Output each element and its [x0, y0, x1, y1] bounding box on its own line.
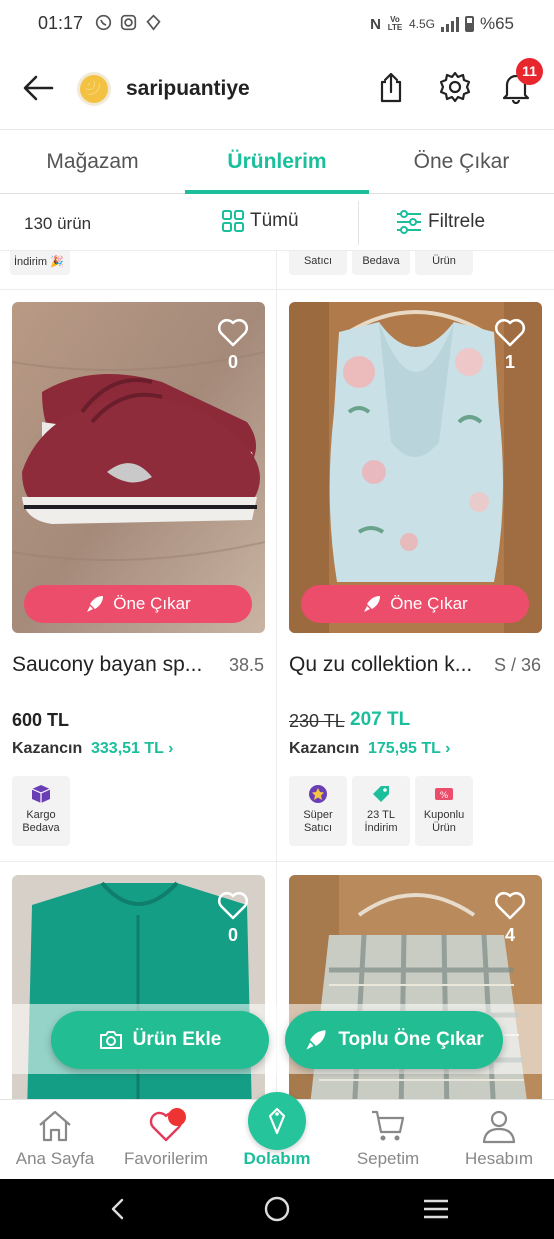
app-header: saripuantiye 11	[0, 48, 554, 130]
like-heart-icon[interactable]	[494, 317, 526, 347]
partial-badge-discount: İndirim 🎉	[10, 251, 70, 275]
tab-bar: Mağazam Ürünlerim Öne Çıkar	[0, 130, 554, 194]
product-title[interactable]: Saucony bayan sp...	[12, 653, 202, 677]
system-recents-icon[interactable]	[422, 1197, 450, 1221]
rocket-icon	[306, 1030, 326, 1050]
status-bar: 01:17 N Vo LTE 4.5G %65	[0, 0, 554, 48]
earnings-value[interactable]: 333,51 TL ›	[91, 740, 173, 758]
camera-icon	[99, 1031, 122, 1049]
tab-urunlerim[interactable]: Ürünlerim	[185, 130, 369, 194]
favorites-alert-dot	[168, 1108, 186, 1126]
back-arrow-icon[interactable]	[20, 72, 56, 104]
promote-button[interactable]: Öne Çıkar	[24, 585, 252, 623]
row-divider	[0, 289, 554, 290]
settings-gear-icon[interactable]	[438, 70, 472, 104]
product-image-blouse[interactable]: 1 Öne Çıkar	[289, 302, 542, 633]
network-type: 4.5G	[408, 17, 435, 31]
user-icon	[482, 1110, 516, 1144]
product-count: 130 ürün	[24, 214, 92, 233]
box-icon	[31, 785, 51, 803]
partial-badge-seller: Satıcı	[289, 251, 347, 275]
system-back-icon[interactable]	[106, 1197, 130, 1221]
hanger-icon	[268, 1107, 286, 1135]
system-home-icon[interactable]	[263, 1195, 291, 1223]
battery-level: %65	[479, 14, 514, 33]
like-heart-icon[interactable]	[217, 317, 249, 347]
badge-discount: 23 TL İndirim	[352, 776, 410, 846]
rocket-icon	[87, 596, 104, 612]
instagram-icon	[120, 14, 137, 31]
tag-icon	[373, 786, 389, 802]
medal-icon	[309, 785, 327, 803]
partial-badge-product: Ürün	[415, 251, 473, 275]
tab-magazam[interactable]: Mağazam	[0, 130, 185, 194]
badge-coupon: % Kuponlu Ürün	[415, 776, 473, 846]
like-count: 1	[504, 352, 515, 372]
active-tab-indicator	[185, 190, 369, 194]
nav-cart[interactable]: Sepetim	[333, 1100, 443, 1180]
status-system-icons: N Vo LTE 4.5G %65	[370, 14, 514, 34]
all-label: Tümü	[250, 210, 299, 231]
status-time: 01:17	[38, 13, 84, 33]
product-old-price: 230 TL	[289, 711, 345, 731]
row-divider	[0, 861, 554, 862]
like-count: 4	[504, 925, 515, 945]
product-discount-price: 207 TL	[350, 709, 411, 730]
cart-icon	[372, 1110, 405, 1141]
notification-count-badge: 11	[516, 58, 543, 85]
nav-favorites[interactable]: Favorilerim	[111, 1100, 221, 1180]
product-grid: İndirim 🎉 Satıcı Bedava Ürün 0 Öne Çıkar…	[0, 251, 554, 1101]
shop-name[interactable]: saripuantiye	[126, 77, 250, 101]
like-heart-icon[interactable]	[494, 890, 526, 920]
home-icon	[39, 1110, 71, 1142]
filter-button[interactable]: Filtrele	[396, 210, 485, 234]
nfc-icon: N	[370, 15, 381, 33]
earnings-label: Kazancın	[289, 740, 360, 757]
system-navigation-bar	[0, 1179, 554, 1239]
whatsapp-icon	[95, 14, 112, 31]
app-notification-icon	[146, 14, 161, 31]
closet-center-button[interactable]	[248, 1092, 306, 1150]
bulk-promote-button[interactable]: Toplu Öne Çıkar	[285, 1011, 503, 1069]
add-product-button[interactable]: Ürün Ekle	[51, 1011, 269, 1069]
filter-sliders-icon	[397, 210, 421, 234]
promote-label: Öne Çıkar	[390, 594, 468, 613]
like-count: 0	[227, 925, 238, 945]
like-heart-icon[interactable]	[217, 890, 249, 920]
rocket-icon	[364, 596, 381, 612]
product-size: S / 36	[493, 655, 541, 675]
signal-icon	[440, 16, 459, 32]
promote-label: Öne Çıkar	[113, 594, 191, 613]
badge-super-seller: Süper Satıcı	[289, 776, 347, 846]
shop-avatar[interactable]	[77, 72, 111, 106]
filter-bar: 130 ürün Tümü Filtrele	[0, 195, 554, 251]
volte-indicator: Vo LTE	[387, 15, 403, 32]
product-price: 600 TL	[12, 710, 70, 730]
status-notification-icons	[95, 14, 162, 31]
nav-home[interactable]: Ana Sayfa	[0, 1100, 110, 1180]
partial-badge-shipping: Bedava	[352, 251, 410, 275]
grid-icon	[222, 210, 244, 232]
svg-text:%: %	[440, 791, 449, 801]
coupon-icon: %	[435, 788, 453, 801]
add-product-label: Ürün Ekle	[132, 1029, 222, 1050]
bulk-promote-label: Toplu Öne Çıkar	[338, 1029, 484, 1050]
product-image-sneakers[interactable]: 0 Öne Çıkar	[12, 302, 265, 633]
share-icon[interactable]	[374, 70, 408, 104]
product-size: 38.5	[228, 655, 264, 675]
earnings-label: Kazancın	[12, 740, 83, 757]
product-title[interactable]: Qu zu collektion k...	[289, 653, 472, 677]
badge-free-shipping: Kargo Bedava	[12, 776, 70, 846]
filter-label: Filtrele	[428, 211, 486, 232]
earnings-value[interactable]: 175,95 TL ›	[368, 740, 450, 758]
tab-one-cikar[interactable]: Öne Çıkar	[369, 130, 554, 194]
battery-icon	[464, 16, 474, 32]
filter-divider	[358, 201, 359, 245]
nav-account[interactable]: Hesabım	[444, 1100, 554, 1180]
like-count: 0	[227, 352, 238, 372]
column-divider	[276, 251, 277, 1101]
all-categories-button[interactable]: Tümü	[222, 210, 299, 232]
promote-button[interactable]: Öne Çıkar	[301, 585, 529, 623]
